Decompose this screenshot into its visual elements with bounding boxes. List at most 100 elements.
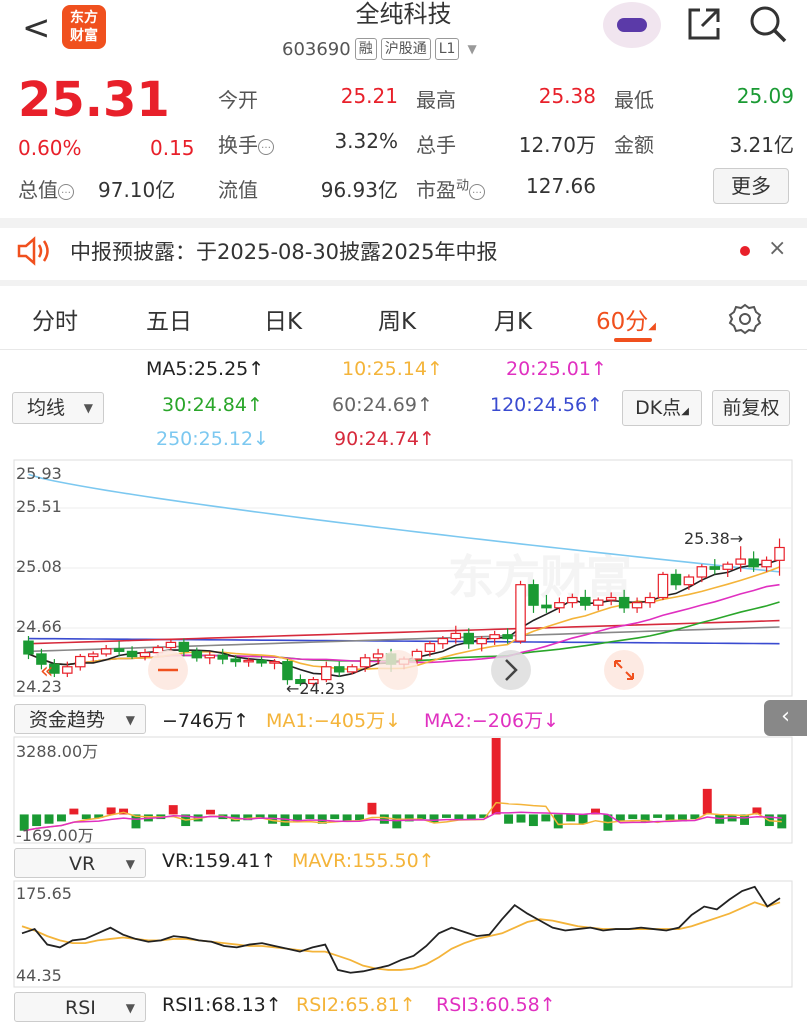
ma5-value: MA5:25.25↑ bbox=[146, 358, 265, 380]
candle bbox=[424, 643, 436, 652]
expand-icon[interactable] bbox=[604, 650, 644, 690]
fund-bar bbox=[665, 814, 675, 821]
candle bbox=[191, 650, 203, 659]
candle bbox=[113, 648, 125, 652]
amount-value: 3.21亿 bbox=[729, 133, 794, 157]
indicator-selector-vr[interactable]: VR ▼ bbox=[14, 848, 146, 878]
ma60-value: 60:24.69↑ bbox=[332, 394, 433, 416]
logo-text-2: 财富 bbox=[70, 28, 98, 44]
high-value: 25.38 bbox=[538, 84, 596, 108]
tab-weekly-k[interactable]: 周K bbox=[378, 302, 416, 336]
open-label: 今开 bbox=[218, 88, 258, 112]
candle bbox=[605, 596, 617, 601]
tab-daily-k[interactable]: 日K bbox=[264, 302, 302, 336]
stock-code-line[interactable]: 603690 融 沪股通 L1 ▼ bbox=[282, 38, 477, 60]
chart-frame bbox=[13, 736, 793, 844]
candle bbox=[580, 596, 591, 606]
indicator-selector-ma[interactable]: 均线 ▼ bbox=[12, 392, 104, 424]
add-overlay-icon[interactable] bbox=[378, 650, 418, 690]
candle bbox=[735, 558, 746, 565]
active-tab-indicator bbox=[614, 338, 652, 342]
vr-line-chart[interactable] bbox=[0, 880, 807, 988]
candle bbox=[139, 652, 151, 658]
candlestick-chart[interactable]: 东方财富 25.38→ ←24.23 « bbox=[0, 458, 807, 698]
y-tick: 175.65 bbox=[16, 884, 72, 903]
info-icon[interactable]: … bbox=[258, 139, 274, 155]
more-button[interactable]: 更多 bbox=[713, 168, 789, 204]
candle bbox=[217, 654, 228, 660]
tab-monthly-k[interactable]: 月K bbox=[494, 302, 532, 336]
ma90-value: 90:24.74↑ bbox=[334, 428, 435, 450]
indicator-selector-rsi[interactable]: RSI ▼ bbox=[14, 992, 146, 1022]
candle bbox=[761, 559, 772, 568]
fund-bar bbox=[56, 814, 66, 822]
y-tick: 3288.00万 bbox=[16, 742, 99, 761]
tab-five-day[interactable]: 五日 bbox=[146, 302, 192, 336]
share-icon[interactable] bbox=[686, 6, 722, 42]
search-icon[interactable] bbox=[748, 4, 788, 44]
y-tick: 44.35 bbox=[16, 966, 62, 985]
max-annotation: 25.38→ bbox=[684, 529, 743, 548]
candle bbox=[372, 653, 384, 659]
candle bbox=[450, 632, 462, 640]
candle bbox=[87, 653, 99, 658]
fund-bar bbox=[330, 814, 340, 820]
candle bbox=[100, 648, 112, 655]
fund-bar bbox=[106, 807, 116, 815]
chevron-down-icon[interactable]: ▼ bbox=[467, 42, 476, 56]
ma20-value: 20:25.01↑ bbox=[506, 358, 607, 380]
candle bbox=[554, 602, 565, 609]
candle bbox=[437, 637, 449, 645]
tab-60-min[interactable]: 60分◢ bbox=[596, 302, 656, 336]
collapse-icon[interactable]: ‹ bbox=[764, 700, 807, 736]
vr-value: VR:159.41↑ bbox=[162, 850, 277, 872]
ma30-value: 30:24.84↑ bbox=[162, 394, 263, 416]
change-percent: 0.60% bbox=[18, 136, 82, 160]
fund-ma2-value: MA2:−206万↓ bbox=[424, 710, 559, 732]
fund-bar bbox=[541, 814, 551, 822]
high-label: 最高 bbox=[416, 88, 456, 112]
speaker-icon bbox=[16, 236, 52, 266]
fund-bar bbox=[578, 814, 588, 824]
ma250-value: 250:25.12↓ bbox=[156, 428, 269, 450]
forward-adjust-button[interactable]: 前复权 bbox=[712, 390, 790, 426]
y-tick: 25.08 bbox=[16, 557, 62, 576]
chart-frame bbox=[13, 880, 793, 988]
candle bbox=[476, 637, 487, 645]
candle bbox=[204, 654, 216, 659]
fund-bar bbox=[392, 814, 402, 829]
candle bbox=[230, 658, 241, 663]
fund-ma1-value: MA1:−405万↓ bbox=[266, 710, 401, 732]
watermark: 东方财富 bbox=[448, 550, 632, 604]
candle bbox=[489, 634, 500, 640]
float-cap-value: 96.93亿 bbox=[320, 178, 398, 202]
low-value: 25.09 bbox=[736, 84, 794, 108]
tab-intraday[interactable]: 分时 bbox=[32, 302, 78, 336]
candle bbox=[709, 566, 721, 570]
fund-bar bbox=[441, 814, 451, 818]
candle bbox=[75, 655, 86, 668]
candle bbox=[243, 659, 254, 663]
chevron-right-icon[interactable] bbox=[491, 650, 531, 690]
gear-icon[interactable] bbox=[728, 302, 762, 336]
fund-bar bbox=[454, 814, 464, 820]
divider bbox=[0, 280, 807, 286]
fund-bar bbox=[69, 808, 79, 815]
dk-point-button[interactable]: DK点◢ bbox=[622, 390, 702, 426]
candle bbox=[282, 661, 293, 681]
close-icon[interactable]: × bbox=[768, 236, 786, 261]
rsi3-value: RSI3:60.58↑ bbox=[436, 994, 556, 1016]
fund-trend-chart[interactable] bbox=[0, 736, 807, 844]
info-icon[interactable]: … bbox=[469, 184, 486, 200]
info-icon[interactable]: … bbox=[58, 184, 74, 200]
float-cap-label: 流值 bbox=[218, 178, 258, 202]
fund-bar bbox=[206, 809, 215, 815]
total-cap-value: 97.10亿 bbox=[98, 178, 176, 202]
assistant-avatar[interactable] bbox=[603, 2, 661, 48]
fund-bars bbox=[19, 738, 787, 831]
notice-text: 中报预披露：于2025-08-30披露2025年中报 bbox=[70, 240, 498, 264]
fund-trend-value: −746万↑ bbox=[162, 710, 250, 732]
notice-bar[interactable]: 中报预披露：于2025-08-30披露2025年中报 × bbox=[0, 228, 807, 274]
indicator-selector-fund[interactable]: 资金趋势 ▼ bbox=[14, 704, 146, 734]
candle bbox=[321, 666, 332, 681]
